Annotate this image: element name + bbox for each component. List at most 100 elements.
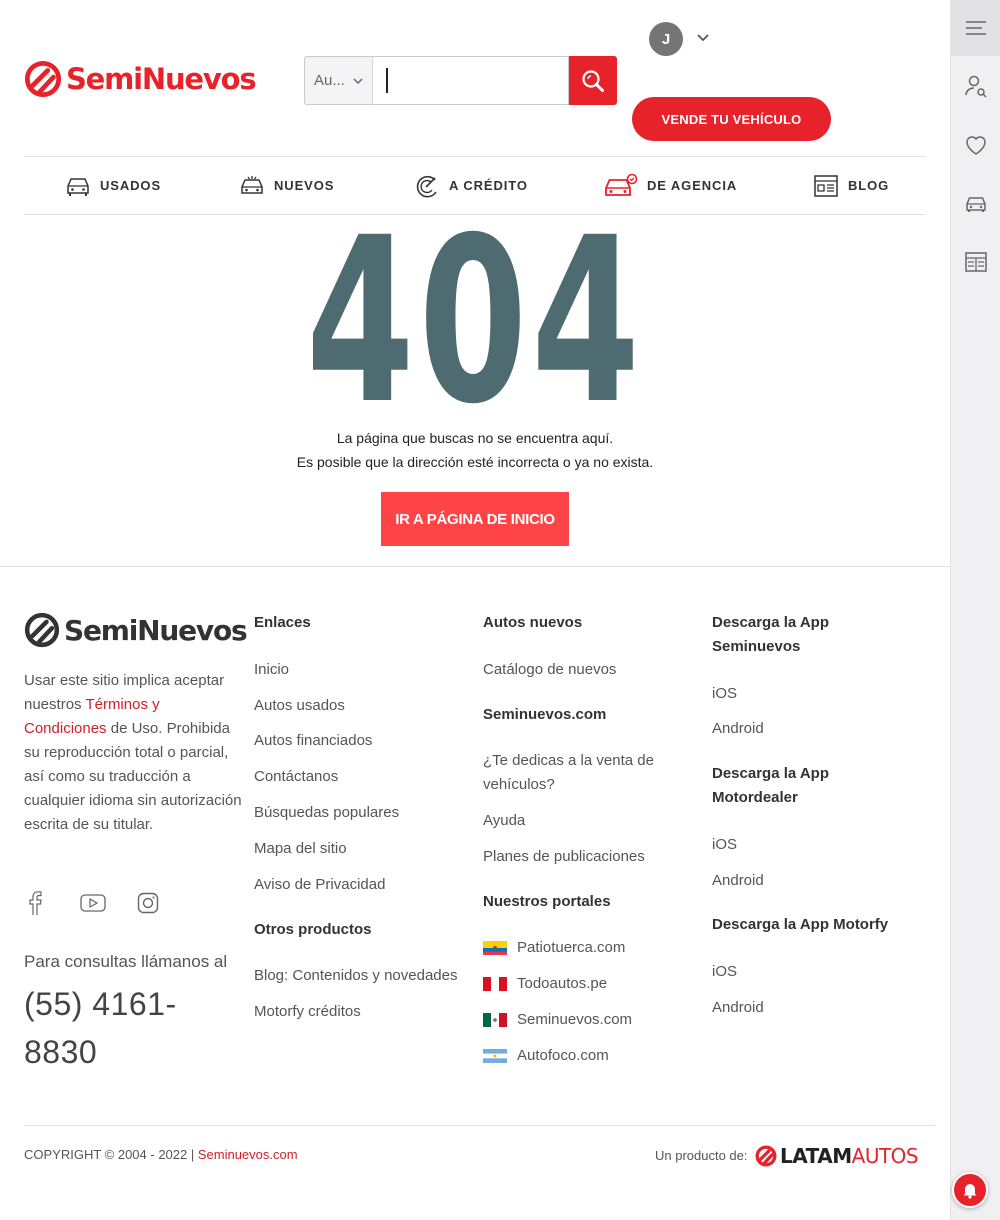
- link-contactanos[interactable]: Contáctanos: [254, 765, 338, 789]
- youtube-icon[interactable]: [80, 890, 106, 916]
- peru-flag-icon: [483, 977, 507, 991]
- latam-logo-mark-icon: [755, 1145, 777, 1167]
- links-heading: Enlaces: [254, 614, 311, 631]
- logo-mark-icon: [24, 60, 62, 98]
- nav-label: DE AGENCIA: [647, 178, 738, 193]
- app-motordealer-heading: Descarga la App Motordealer: [712, 765, 829, 806]
- link-app2-ios[interactable]: iOS: [712, 833, 737, 857]
- text-caret: [386, 68, 388, 93]
- link-autos-financiados[interactable]: Autos financiados: [254, 729, 372, 753]
- link-aviso-privacidad[interactable]: Aviso de Privacidad: [254, 873, 385, 897]
- legal-text: Usar este sitio implica aceptar nuestros…: [24, 669, 244, 837]
- copyright-text: COPYRIGHT © 2004 - 2022 |: [24, 1147, 198, 1162]
- avatar[interactable]: J: [649, 22, 683, 56]
- mexico-flag-icon: [483, 1013, 507, 1027]
- nav-item-nuevos[interactable]: NUEVOS: [239, 157, 334, 214]
- latam-text: LATAM: [780, 1144, 852, 1168]
- link-catalogo-nuevos[interactable]: Catálogo de nuevos: [483, 658, 616, 682]
- nav-label: A CRÉDITO: [449, 178, 528, 193]
- autos-text: AUTOS: [851, 1144, 919, 1168]
- nav-item-de-agencia[interactable]: DE AGENCIA: [604, 157, 737, 214]
- nav-item-blog[interactable]: BLOG: [813, 157, 889, 214]
- link-app2-android[interactable]: Android: [712, 869, 764, 893]
- apps-column: Descarga la App Seminuevos iOS Android D…: [712, 611, 932, 1031]
- heart-icon[interactable]: [951, 117, 1000, 173]
- notification-bell-button[interactable]: [952, 1172, 988, 1208]
- new-cars-heading: Autos nuevos: [483, 614, 583, 631]
- link-planes[interactable]: Planes de publicaciones: [483, 845, 645, 869]
- product-by-label: Un producto de:: [655, 1148, 748, 1163]
- chevron-down-icon[interactable]: [696, 32, 710, 44]
- main-nav: USADOS NUEVOS A CRÉDITO DE AGENCIA BLOG: [24, 156, 926, 215]
- seminuevos-logo[interactable]: SemiNuevos: [24, 58, 290, 100]
- link-mapa-del-sitio[interactable]: Mapa del sitio: [254, 837, 347, 861]
- footer-logo-text: SemiNuevos: [64, 613, 248, 647]
- blog-icon: [814, 174, 838, 197]
- search-bar: Au...: [304, 56, 617, 105]
- car-front-icon: [67, 177, 89, 196]
- nav-item-usados[interactable]: USADOS: [65, 157, 161, 214]
- menu-icon[interactable]: [951, 0, 1000, 56]
- car-icon[interactable]: [951, 175, 1000, 231]
- nav-label: NUEVOS: [274, 178, 335, 193]
- user-search-icon[interactable]: [951, 58, 1000, 114]
- link-app3-android[interactable]: Android: [712, 996, 764, 1020]
- compare-icon[interactable]: [951, 234, 1000, 290]
- right-rail: [950, 0, 1000, 1220]
- error-code-text: 404: [306, 228, 644, 406]
- ecuador-flag-icon: [483, 941, 507, 955]
- latamautos-logo[interactable]: LATAM AUTOS: [755, 1144, 919, 1168]
- app-motorfy-heading: Descarga la App Motorfy: [712, 916, 889, 933]
- error-code: 404: [0, 188, 950, 454]
- portals-heading: Nuestros portales: [483, 893, 611, 910]
- link-venta-vehiculos[interactable]: ¿Te dedicas a la venta de vehículos?: [483, 749, 663, 797]
- logo-mark-icon: [24, 612, 60, 648]
- copyright: COPYRIGHT © 2004 - 2022 | Seminuevos.com: [24, 1147, 298, 1162]
- divider: [0, 566, 950, 567]
- nav-item-a-credito[interactable]: A CRÉDITO: [414, 157, 528, 214]
- link-app1-ios[interactable]: iOS: [712, 682, 737, 706]
- link-busquedas-populares[interactable]: Búsquedas populares: [254, 801, 399, 825]
- link-patiotuerca[interactable]: Patiotuerca.com: [517, 936, 625, 960]
- go-home-button[interactable]: IR A PÁGINA DE INICIO: [381, 492, 569, 546]
- link-autos-usados[interactable]: Autos usados: [254, 694, 345, 718]
- search-button[interactable]: [569, 56, 617, 105]
- link-app1-android[interactable]: Android: [712, 717, 764, 741]
- chevron-down-icon: [353, 77, 363, 84]
- search-input[interactable]: [372, 56, 569, 105]
- links-column: Enlaces Inicio Autos usados Autos financ…: [254, 611, 474, 1041]
- new-cars-column: Autos nuevos Catálogo de nuevos Seminuev…: [483, 611, 693, 1071]
- instagram-icon[interactable]: [136, 890, 160, 916]
- category-select-value: Au...: [314, 72, 345, 89]
- logo-text: SemiNuevos: [66, 62, 257, 96]
- page: SemiNuevos Au... J VENDE TU VEHÍCULO USA…: [0, 0, 1000, 1220]
- error-code-graphic: 404: [306, 188, 644, 454]
- search-icon: [582, 69, 604, 92]
- app-seminuevos-heading: Descarga la App Seminuevos: [712, 614, 829, 655]
- other-products-heading: Otros productos: [254, 921, 372, 938]
- error-message-line-2: Es posible que la dirección esté incorre…: [296, 454, 654, 470]
- link-app3-ios[interactable]: iOS: [712, 960, 737, 984]
- link-autofoco[interactable]: Autofoco.com: [517, 1044, 609, 1068]
- facebook-icon[interactable]: [24, 890, 46, 916]
- argentina-flag-icon: [483, 1049, 507, 1063]
- link-inicio[interactable]: Inicio: [254, 658, 289, 682]
- copyright-link[interactable]: Seminuevos.com: [198, 1147, 298, 1162]
- phone-number[interactable]: (55) 4161-8830: [24, 980, 214, 1076]
- footer-divider: [24, 1125, 935, 1126]
- link-motorfy-creditos[interactable]: Motorfy créditos: [254, 1000, 361, 1024]
- agency-car-icon: [605, 173, 638, 196]
- link-ayuda[interactable]: Ayuda: [483, 809, 525, 833]
- link-seminuevos[interactable]: Seminuevos.com: [517, 1008, 632, 1032]
- category-select[interactable]: Au...: [304, 56, 372, 105]
- nav-label: USADOS: [100, 178, 162, 193]
- link-todoautos[interactable]: Todoautos.pe: [517, 972, 607, 996]
- new-car-icon: [241, 175, 263, 194]
- sell-vehicle-button[interactable]: VENDE TU VEHÍCULO: [632, 97, 831, 141]
- credit-icon: [416, 175, 437, 197]
- footer-logo[interactable]: SemiNuevos: [24, 612, 248, 648]
- bell-icon: [963, 1184, 977, 1199]
- error-message-line-1: La página que buscas no se encuentra aqu…: [336, 430, 614, 446]
- nav-label: BLOG: [848, 178, 890, 193]
- link-blog[interactable]: Blog: Contenidos y novedades: [254, 964, 457, 988]
